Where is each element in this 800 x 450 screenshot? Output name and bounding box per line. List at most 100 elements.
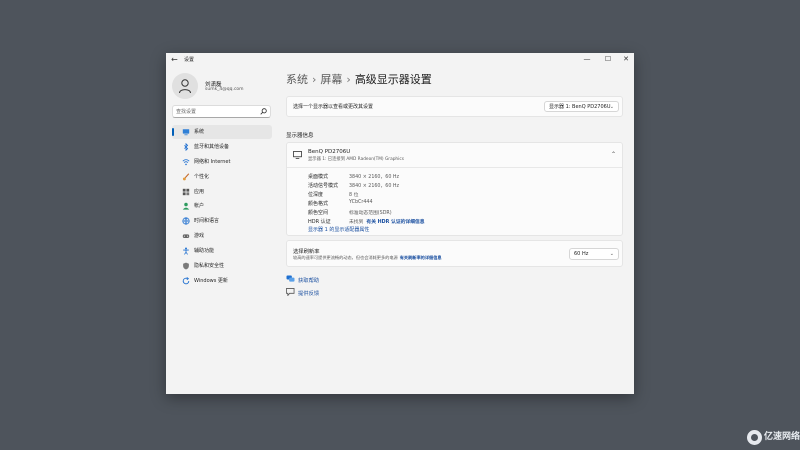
sidebar-item-gaming[interactable]: 游戏 bbox=[172, 229, 272, 243]
maximize-button[interactable]: ☐ bbox=[600, 54, 616, 65]
brush-icon bbox=[182, 173, 190, 181]
refresh-rate-title: 选择刷新率 bbox=[293, 249, 320, 255]
watermark: 亿速网络 bbox=[746, 428, 800, 448]
globe-icon bbox=[182, 217, 190, 226]
wifi-icon bbox=[182, 158, 190, 165]
account-icon bbox=[182, 203, 190, 211]
give-feedback-label[interactable]: 提供反馈 bbox=[298, 289, 319, 297]
property-key: 活动信号模式 bbox=[308, 183, 339, 189]
chevron-up-icon[interactable]: ⌃ bbox=[611, 151, 616, 159]
close-button[interactable]: ✕ bbox=[618, 54, 634, 65]
refresh-rate-info-link[interactable]: 有关刷新率的详细信息 bbox=[400, 255, 442, 260]
sidebar-nav: 系统 蓝牙和其他设备 网络和 Internet 个性化 应用 帐户 时间和语言 … bbox=[172, 125, 272, 289]
breadcrumb-system[interactable]: 系统 bbox=[286, 73, 308, 86]
sidebar-item-accounts[interactable]: 帐户 bbox=[172, 199, 272, 213]
title-bar: ← 设置 — ☐ ✕ bbox=[166, 53, 634, 67]
monitor-connection: 显示器 1: 已连接到 AMD Radeon(TM) Graphics bbox=[308, 157, 404, 162]
property-value: 8 位 bbox=[349, 193, 359, 198]
get-help-label[interactable]: 获取帮助 bbox=[298, 276, 319, 284]
sidebar-item-windows-update[interactable]: Windows 更新 bbox=[172, 274, 272, 288]
chat-help-icon bbox=[286, 275, 295, 282]
property-row: 位深度 8 位 bbox=[308, 190, 608, 199]
property-row: 活动信号模式 3840 × 2160，60 Hz bbox=[308, 181, 608, 190]
settings-window: ← 设置 — ☐ ✕ 刘潇磊 sumk_4@qq.com 系统 bbox=[166, 53, 634, 394]
breadcrumb-display[interactable]: 屏幕 bbox=[320, 73, 342, 86]
property-value: YCbCr444 bbox=[349, 200, 373, 205]
select-display-label: 选择一个显示器以查看或更改其设置 bbox=[293, 104, 374, 110]
avatar bbox=[172, 73, 198, 99]
sidebar-item-label: 网络和 Internet bbox=[194, 158, 231, 165]
search-box[interactable] bbox=[172, 105, 271, 118]
monitor-name: BenQ PD2706U bbox=[308, 149, 351, 155]
refresh-rate-description: 较高的速率可提供更流畅的动态，但也会消耗更多的电源 有关刷新率的详细信息 bbox=[293, 255, 442, 261]
page-title: 高级显示器设置 bbox=[354, 73, 432, 86]
sidebar-item-label: 隐私和安全性 bbox=[194, 263, 225, 270]
minimize-button[interactable]: — bbox=[579, 54, 595, 65]
sidebar-item-apps[interactable]: 应用 bbox=[172, 185, 272, 199]
accessibility-icon bbox=[183, 247, 189, 255]
property-key: 位深度 bbox=[308, 192, 324, 198]
sidebar-item-bluetooth[interactable]: 蓝牙和其他设备 bbox=[172, 140, 272, 154]
sidebar-item-label: 帐户 bbox=[194, 203, 205, 210]
chevron-down-icon: ⌄ bbox=[609, 251, 614, 257]
user-email: sumk_4@qq.com bbox=[205, 87, 244, 92]
display-adapter-properties-link[interactable]: 显示器 1 的显示适配器属性 bbox=[308, 226, 369, 233]
display-info-card: BenQ PD2706U 显示器 1: 已连接到 AMD Radeon(TM) … bbox=[286, 142, 623, 236]
display-info-heading: 显示器信息 bbox=[286, 133, 314, 139]
feedback-icon bbox=[286, 288, 295, 296]
update-icon bbox=[182, 276, 190, 285]
chevron-down-icon: ⌄ bbox=[609, 104, 614, 110]
property-row: 颜色格式 YCbCr444 bbox=[308, 199, 608, 208]
bluetooth-icon bbox=[184, 142, 189, 151]
sidebar-item-label: 辅助功能 bbox=[194, 248, 215, 255]
hdr-certification-link[interactable]: 有关 HDR 认证的详细信息 bbox=[366, 220, 424, 225]
property-key: HDR 认证 bbox=[308, 219, 331, 225]
property-value: 未找到 有关 HDR 认证的详细信息 bbox=[349, 218, 425, 225]
refresh-rate-dropdown[interactable]: 60 Hz ⌄ bbox=[569, 248, 619, 260]
gamepad-icon bbox=[182, 234, 190, 239]
monitor-icon bbox=[293, 151, 302, 159]
search-input[interactable] bbox=[176, 107, 256, 116]
shield-icon bbox=[183, 262, 189, 270]
property-key: 颜色格式 bbox=[308, 201, 329, 207]
property-key: 颜色空间 bbox=[308, 210, 329, 216]
sidebar-item-label: 蓝牙和其他设备 bbox=[194, 143, 230, 150]
apps-icon bbox=[182, 188, 190, 195]
sidebar-item-label: 个性化 bbox=[194, 173, 210, 180]
person-icon bbox=[179, 79, 191, 94]
watermark-text: 亿速网络 bbox=[764, 432, 800, 442]
breadcrumb-separator: › bbox=[346, 73, 351, 86]
select-display-card: 选择一个显示器以查看或更改其设置 显示器 1: BenQ PD2706U ⌄ bbox=[286, 96, 623, 117]
user-profile[interactable]: 刘潇磊 sumk_4@qq.com bbox=[172, 73, 272, 99]
sidebar-item-label: 应用 bbox=[194, 188, 205, 195]
property-row: HDR 认证 未找到 有关 HDR 认证的详细信息 bbox=[308, 217, 608, 226]
sidebar-item-network[interactable]: 网络和 Internet bbox=[172, 155, 272, 169]
sidebar-item-privacy[interactable]: 隐私和安全性 bbox=[172, 259, 272, 273]
display-properties: 桌面模式 3840 × 2160，60 Hz 活动信号模式 3840 × 216… bbox=[308, 172, 608, 226]
property-row: 颜色空间 标准动态范围(SDR) bbox=[308, 208, 608, 217]
sidebar-item-label: 游戏 bbox=[194, 233, 205, 240]
search-icon[interactable] bbox=[260, 108, 267, 115]
breadcrumb-separator: › bbox=[312, 73, 317, 86]
display-select-value: 显示器 1: BenQ PD2706U bbox=[549, 104, 611, 110]
property-value: 3840 × 2160，60 Hz bbox=[349, 175, 400, 180]
property-value: 3840 × 2160，60 Hz bbox=[349, 184, 400, 189]
property-row: 桌面模式 3840 × 2160，60 Hz bbox=[308, 172, 608, 181]
breadcrumb: 系统 › 屏幕 › 高级显示器设置 bbox=[286, 72, 432, 88]
refresh-rate-card: 选择刷新率 较高的速率可提供更流畅的动态，但也会消耗更多的电源 有关刷新率的详细信… bbox=[286, 240, 623, 267]
sidebar-item-accessibility[interactable]: 辅助功能 bbox=[172, 244, 272, 258]
sidebar-item-time-language[interactable]: 时间和语言 bbox=[172, 214, 272, 228]
system-icon bbox=[182, 129, 190, 136]
refresh-rate-desc-text: 较高的速率可提供更流畅的动态，但也会消耗更多的电源 bbox=[293, 255, 398, 260]
sidebar-item-personalization[interactable]: 个性化 bbox=[172, 170, 272, 184]
refresh-rate-value: 60 Hz bbox=[574, 251, 589, 257]
property-value: 标准动态范围(SDR) bbox=[349, 211, 392, 216]
display-info-header[interactable]: BenQ PD2706U 显示器 1: 已连接到 AMD Radeon(TM) … bbox=[287, 143, 622, 168]
sidebar-item-label: Windows 更新 bbox=[194, 277, 228, 284]
sidebar-item-system[interactable]: 系统 bbox=[172, 125, 272, 139]
sidebar-item-label: 时间和语言 bbox=[194, 218, 220, 225]
watermark-logo-icon bbox=[747, 430, 762, 445]
property-key: 桌面模式 bbox=[308, 174, 329, 180]
back-arrow-icon[interactable]: ← bbox=[171, 55, 178, 65]
display-select-dropdown[interactable]: 显示器 1: BenQ PD2706U ⌄ bbox=[544, 101, 619, 112]
